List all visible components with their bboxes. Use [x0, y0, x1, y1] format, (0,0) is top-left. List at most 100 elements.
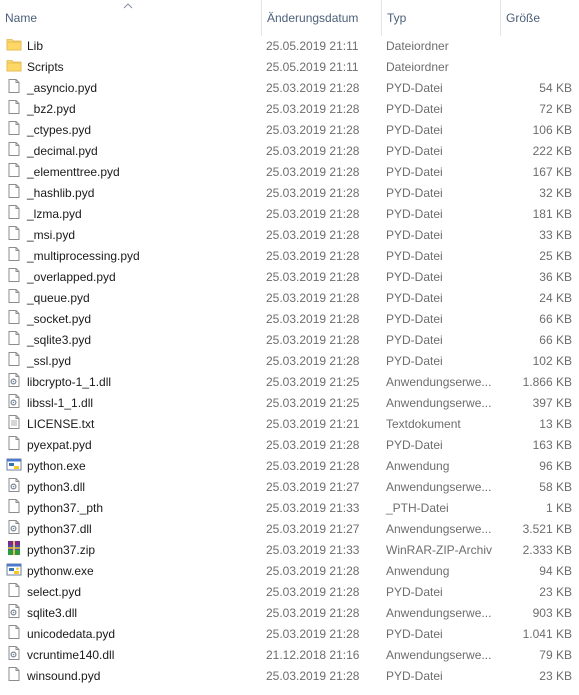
- file-size: 79 KB: [539, 648, 572, 662]
- file-name: _queue.pyd: [27, 291, 90, 305]
- file-name: python37._pth: [27, 501, 104, 515]
- file-date: 25.03.2019 21:28: [266, 564, 360, 578]
- file-row[interactable]: python37.dll 25.03.2019 21:27 Anwendungser…: [0, 519, 579, 540]
- column-header-type-label: Typ: [387, 11, 407, 25]
- file-row[interactable]: LICENSE.txt 25.03.2019 21:21 Textdokument 1…: [0, 414, 579, 435]
- file-size: 13 KB: [539, 417, 572, 431]
- file-row[interactable]: _lzma.pyd 25.03.2019 21:28 PYD-Datei 181 KB: [0, 204, 579, 225]
- file-row[interactable]: _ctypes.pyd 25.03.2019 21:28 PYD-Datei 106 …: [0, 120, 579, 141]
- file-row[interactable]: _msi.pyd 25.03.2019 21:28 PYD-Datei 33 KB: [0, 225, 579, 246]
- file-date: 25.03.2019 21:28: [266, 228, 360, 242]
- file-size: 33 KB: [539, 228, 572, 242]
- file-type: PYD-Datei: [386, 144, 443, 158]
- file-name: Scripts: [27, 60, 64, 74]
- file-name: _decimal.pyd: [27, 144, 98, 158]
- file-name: pyexpat.pyd: [27, 438, 92, 452]
- file-date: 25.03.2019 21:28: [266, 291, 360, 305]
- file-size: 23 KB: [539, 669, 572, 683]
- file-date: 25.03.2019 21:28: [266, 669, 360, 683]
- file-name: _socket.pyd: [27, 312, 92, 326]
- file-size: 25 KB: [539, 249, 572, 263]
- file-row[interactable]: _multiprocessing.pyd 25.03.2019 21:28 PYD-…: [0, 246, 579, 267]
- file-row[interactable]: _elementtree.pyd 25.03.2019 21:28 PYD-Date…: [0, 162, 579, 183]
- file-icon: [6, 624, 22, 640]
- file-icon: [6, 99, 22, 115]
- file-icon: [6, 309, 22, 325]
- file-type: PYD-Datei: [386, 186, 443, 200]
- file-row[interactable]: Scripts 25.05.2019 21:11 Dateiordner: [0, 57, 579, 78]
- file-type: Anwendung: [386, 459, 450, 473]
- file-type: PYD-Datei: [386, 627, 443, 641]
- file-icon: [6, 666, 22, 682]
- file-name: _hashlib.pyd: [27, 186, 95, 200]
- file-icon: [6, 288, 22, 304]
- column-header-type[interactable]: Typ: [381, 0, 500, 36]
- file-type: PYD-Datei: [386, 312, 443, 326]
- file-size: 66 KB: [539, 333, 572, 347]
- file-name: sqlite3.dll: [27, 606, 78, 620]
- file-row[interactable]: vcruntime140.dll 21.12.2018 21:16 Anwendun…: [0, 645, 579, 666]
- dll-icon: [6, 645, 22, 661]
- file-row[interactable]: _socket.pyd 25.03.2019 21:28 PYD-Datei 66 K…: [0, 309, 579, 330]
- winrar-archive-icon: [6, 540, 22, 556]
- file-date: 25.03.2019 21:33: [266, 543, 360, 557]
- file-row[interactable]: sqlite3.dll 25.03.2019 21:28 Anwendungserw…: [0, 603, 579, 624]
- file-date: 25.03.2019 21:28: [266, 312, 360, 326]
- file-icon: [6, 141, 22, 157]
- file-type: PYD-Datei: [386, 270, 443, 284]
- file-type: Anwendungserwe...: [386, 522, 492, 536]
- file-icon: [6, 267, 22, 283]
- file-size: 2.333 KB: [522, 543, 572, 557]
- file-date: 25.03.2019 21:28: [266, 459, 360, 473]
- file-icon: [6, 246, 22, 262]
- file-name: winsound.pyd: [27, 669, 101, 683]
- file-row[interactable]: pyexpat.pyd 25.03.2019 21:28 PYD-Datei 163 …: [0, 435, 579, 456]
- column-header-size[interactable]: Größe: [500, 0, 579, 36]
- file-icon: [6, 498, 22, 514]
- file-row[interactable]: _ssl.pyd 25.03.2019 21:28 PYD-Datei 102 KB: [0, 351, 579, 372]
- file-size: 32 KB: [539, 186, 572, 200]
- file-size: 163 KB: [532, 438, 572, 452]
- file-name: python.exe: [27, 459, 86, 473]
- file-row[interactable]: python.exe 25.03.2019 21:28 Anwendung 96 KB: [0, 456, 579, 477]
- file-row[interactable]: _decimal.pyd 25.03.2019 21:28 PYD-Datei 222…: [0, 141, 579, 162]
- file-date: 25.03.2019 21:28: [266, 102, 360, 116]
- file-type: Anwendungserwe...: [386, 648, 492, 662]
- file-row[interactable]: _hashlib.pyd 25.03.2019 21:28 PYD-Datei 32 …: [0, 183, 579, 204]
- file-size: 102 KB: [532, 354, 572, 368]
- file-row[interactable]: python37.zip 25.03.2019 21:33 WinRAR-ZIP-A…: [0, 540, 579, 561]
- file-row[interactable]: _overlapped.pyd 25.03.2019 21:28 PYD-Datei…: [0, 267, 579, 288]
- file-row[interactable]: python37._pth 25.03.2019 21:33 _PTH-Datei 1…: [0, 498, 579, 519]
- file-type: PYD-Datei: [386, 81, 443, 95]
- file-type: PYD-Datei: [386, 333, 443, 347]
- file-row[interactable]: select.pyd 25.03.2019 21:28 PYD-Datei 23 KB: [0, 582, 579, 603]
- column-header-date[interactable]: Änderungsdatum: [261, 0, 381, 36]
- file-size: 167 KB: [532, 165, 572, 179]
- file-icon: [6, 330, 22, 346]
- file-row[interactable]: unicodedata.pyd 25.03.2019 21:28 PYD-Datei…: [0, 624, 579, 645]
- file-row[interactable]: _sqlite3.pyd 25.03.2019 21:28 PYD-Datei 66 …: [0, 330, 579, 351]
- file-row[interactable]: _queue.pyd 25.03.2019 21:28 PYD-Datei 24 KB: [0, 288, 579, 309]
- file-name: select.pyd: [27, 585, 82, 599]
- file-row[interactable]: libcrypto-1_1.dll 25.03.2019 21:25 Anwendu…: [0, 372, 579, 393]
- file-row[interactable]: winsound.pyd 25.03.2019 21:28 PYD-Datei 23 …: [0, 666, 579, 687]
- dll-icon: [6, 519, 22, 535]
- file-date: 25.05.2019 21:11: [266, 39, 359, 53]
- file-row[interactable]: libssl-1_1.dll 25.03.2019 21:25 Anwendungs…: [0, 393, 579, 414]
- file-row[interactable]: _bz2.pyd 25.03.2019 21:28 PYD-Datei 72 KB: [0, 99, 579, 120]
- file-name: vcruntime140.dll: [27, 648, 115, 662]
- file-row[interactable]: Lib 25.05.2019 21:11 Dateiordner: [0, 36, 579, 57]
- file-size: 106 KB: [532, 123, 572, 137]
- file-name: python3.dll: [27, 480, 86, 494]
- file-type: Anwendungserwe...: [386, 396, 492, 410]
- folder-icon: [6, 57, 22, 73]
- file-name: _elementtree.pyd: [27, 165, 120, 179]
- file-icon: [6, 162, 22, 178]
- file-name: _sqlite3.pyd: [27, 333, 92, 347]
- file-date: 25.03.2019 21:28: [266, 333, 360, 347]
- file-date: 25.03.2019 21:25: [266, 396, 360, 410]
- file-row[interactable]: pythonw.exe 25.03.2019 21:28 Anwendung 94 K…: [0, 561, 579, 582]
- file-type: PYD-Datei: [386, 669, 443, 683]
- file-row[interactable]: _asyncio.pyd 25.03.2019 21:28 PYD-Datei 54 …: [0, 78, 579, 99]
- file-row[interactable]: python3.dll 25.03.2019 21:27 Anwendungserw…: [0, 477, 579, 498]
